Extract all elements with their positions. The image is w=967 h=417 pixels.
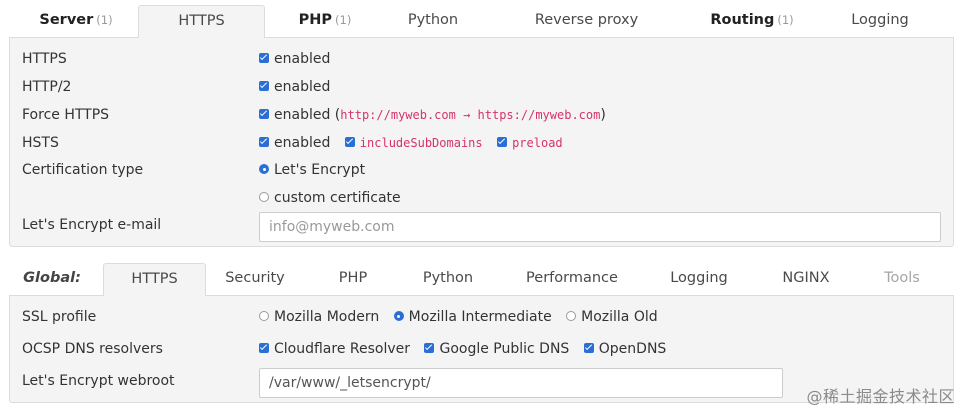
hsts-control: enabled includeSubDomains preload bbox=[259, 130, 573, 156]
force-https-control: enabled (http://myweb.com → https://mywe… bbox=[259, 102, 606, 128]
global-tab-nginx[interactable]: NGINX bbox=[766, 263, 846, 295]
ssl-profile-option-old[interactable]: Mozilla Old bbox=[566, 309, 658, 325]
tab-python-label: Python bbox=[407, 12, 459, 28]
tab-server-count: (1) bbox=[96, 13, 113, 27]
force-https-row: Force HTTPS enabled (http://myweb.com → … bbox=[10, 102, 953, 128]
tab-routing-count: (1) bbox=[777, 13, 794, 27]
tab-logging-label: Logging bbox=[851, 12, 909, 28]
tab-php-label: PHP bbox=[298, 12, 333, 28]
google-dns-label: Google Public DNS bbox=[439, 341, 570, 357]
global-tab-performance-label: Performance bbox=[526, 270, 618, 286]
tab-php-count: (1) bbox=[335, 13, 352, 27]
force-https-enabled-text: enabled bbox=[274, 107, 331, 123]
tab-reverse-proxy[interactable]: Reverse proxy bbox=[520, 5, 653, 37]
include-subdomains-checkbox[interactable] bbox=[344, 137, 355, 147]
mozilla-old-label: Mozilla Old bbox=[581, 309, 658, 325]
webroot-label: Let's Encrypt webroot bbox=[22, 373, 175, 389]
tab-reverse-proxy-label: Reverse proxy bbox=[534, 12, 639, 28]
le-email-input[interactable]: info@myweb.com bbox=[259, 212, 941, 242]
cloudflare-label: Cloudflare Resolver bbox=[274, 341, 411, 357]
http2-row: HTTP/2 enabled bbox=[10, 74, 953, 100]
tab-routing[interactable]: Routing (1) bbox=[700, 5, 804, 37]
google-dns-checkbox[interactable] bbox=[424, 343, 435, 353]
cert-type-row-2: custom certificate bbox=[10, 185, 953, 211]
mozilla-modern-radio[interactable] bbox=[259, 311, 269, 321]
tab-python[interactable]: Python bbox=[385, 5, 481, 37]
tab-server-label: Server bbox=[39, 12, 94, 28]
global-tab-performance[interactable]: Performance bbox=[512, 263, 632, 295]
global-tab-nginx-label: NGINX bbox=[782, 270, 830, 286]
watermark-text: @稀土掘金技术社区 bbox=[806, 387, 955, 406]
global-tab-tools: Tools bbox=[866, 263, 938, 295]
tab-php[interactable]: PHP (1) bbox=[285, 5, 365, 37]
global-tab-php[interactable]: PHP bbox=[318, 263, 388, 295]
cert-type-option-custom[interactable]: custom certificate bbox=[259, 185, 401, 211]
https-label: HTTPS bbox=[22, 51, 67, 67]
global-tab-bar: Global: HTTPS Security PHP Python Perfor… bbox=[0, 263, 967, 296]
https-enabled-text: enabled bbox=[274, 51, 331, 67]
ocsp-control: Cloudflare Resolver Google Public DNS Op… bbox=[259, 336, 676, 362]
hsts-checkbox[interactable] bbox=[259, 137, 269, 147]
global-tab-logging[interactable]: Logging bbox=[656, 263, 742, 295]
force-https-paren-close: ) bbox=[600, 107, 606, 123]
ssl-profile-control: Mozilla Modern Mozilla Intermediate Mozi… bbox=[259, 304, 668, 330]
force-https-checkbox[interactable] bbox=[259, 109, 269, 119]
preload-label: preload bbox=[512, 136, 563, 150]
ocsp-label: OCSP DNS resolvers bbox=[22, 341, 163, 357]
cert-type-label: Certification type bbox=[22, 162, 144, 178]
global-tab-tools-label: Tools bbox=[884, 270, 920, 286]
letsencrypt-radio[interactable] bbox=[259, 164, 269, 174]
https-row: HTTPS enabled bbox=[10, 46, 953, 72]
global-tab-python[interactable]: Python bbox=[405, 263, 491, 295]
global-label: Global: bbox=[23, 270, 81, 286]
https-settings-panel: HTTPS enabled HTTP/2 enabled Force HTTPS… bbox=[9, 37, 954, 247]
cert-type-row: Certification type Let's Encrypt bbox=[10, 157, 953, 183]
hsts-row: HSTS enabled includeSubDomains preload bbox=[10, 130, 953, 156]
ssl-profile-option-modern[interactable]: Mozilla Modern bbox=[259, 309, 379, 325]
ssl-profile-row: SSL profile Mozilla Modern Mozilla Inter… bbox=[10, 304, 953, 330]
http2-checkbox[interactable] bbox=[259, 81, 269, 91]
https-checkbox[interactable] bbox=[259, 53, 269, 63]
tab-https-label: HTTPS bbox=[178, 13, 225, 29]
global-tab-security-label: Security bbox=[225, 270, 285, 286]
tab-routing-label: Routing bbox=[710, 12, 775, 28]
include-subdomains-label: includeSubDomains bbox=[359, 136, 483, 150]
https-control: enabled bbox=[259, 46, 330, 72]
global-tab-https-label: HTTPS bbox=[131, 271, 178, 287]
global-tab-security[interactable]: Security bbox=[212, 263, 298, 295]
tab-logging[interactable]: Logging bbox=[832, 5, 928, 37]
mozilla-modern-label: Mozilla Modern bbox=[274, 309, 380, 325]
global-tab-logging-label: Logging bbox=[670, 270, 728, 286]
global-tab-python-label: Python bbox=[422, 270, 474, 286]
tab-server[interactable]: Server (1) bbox=[30, 5, 122, 37]
letsencrypt-radio-label: Let's Encrypt bbox=[274, 162, 366, 178]
force-https-label: Force HTTPS bbox=[22, 107, 110, 123]
hsts-label: HSTS bbox=[22, 135, 59, 151]
webroot-input[interactable]: /var/www/_letsencrypt/ bbox=[259, 368, 783, 398]
mozilla-intermediate-radio[interactable] bbox=[393, 311, 404, 321]
http2-enabled-text: enabled bbox=[274, 79, 331, 95]
http2-label: HTTP/2 bbox=[22, 79, 72, 95]
le-email-label: Let's Encrypt e-mail bbox=[22, 217, 162, 233]
mozilla-old-radio[interactable] bbox=[566, 311, 577, 321]
top-tab-bar: Server (1) HTTPS PHP (1) Python Reverse pr… bbox=[0, 5, 967, 38]
custom-certificate-radio-label: custom certificate bbox=[274, 190, 401, 206]
ssl-profile-label: SSL profile bbox=[22, 309, 97, 325]
force-https-redirect-code: http://myweb.com → https://myweb.com bbox=[340, 108, 601, 122]
http2-control: enabled bbox=[259, 74, 330, 100]
tab-https[interactable]: HTTPS bbox=[138, 5, 265, 38]
ocsp-row: OCSP DNS resolvers Cloudflare Resolver G… bbox=[10, 336, 953, 362]
cloudflare-checkbox[interactable] bbox=[259, 343, 269, 353]
opendns-label: OpenDNS bbox=[598, 341, 667, 357]
custom-certificate-radio[interactable] bbox=[259, 192, 269, 202]
ssl-profile-option-intermediate[interactable]: Mozilla Intermediate bbox=[393, 309, 552, 325]
cert-type-option-letsencrypt[interactable]: Let's Encrypt bbox=[259, 157, 365, 183]
hsts-enabled-text: enabled bbox=[274, 135, 331, 151]
global-tab-https[interactable]: HTTPS bbox=[103, 263, 206, 296]
global-tab-php-label: PHP bbox=[338, 270, 368, 286]
mozilla-intermediate-label: Mozilla Intermediate bbox=[408, 309, 552, 325]
preload-checkbox[interactable] bbox=[497, 137, 508, 147]
opendns-checkbox[interactable] bbox=[583, 343, 594, 353]
